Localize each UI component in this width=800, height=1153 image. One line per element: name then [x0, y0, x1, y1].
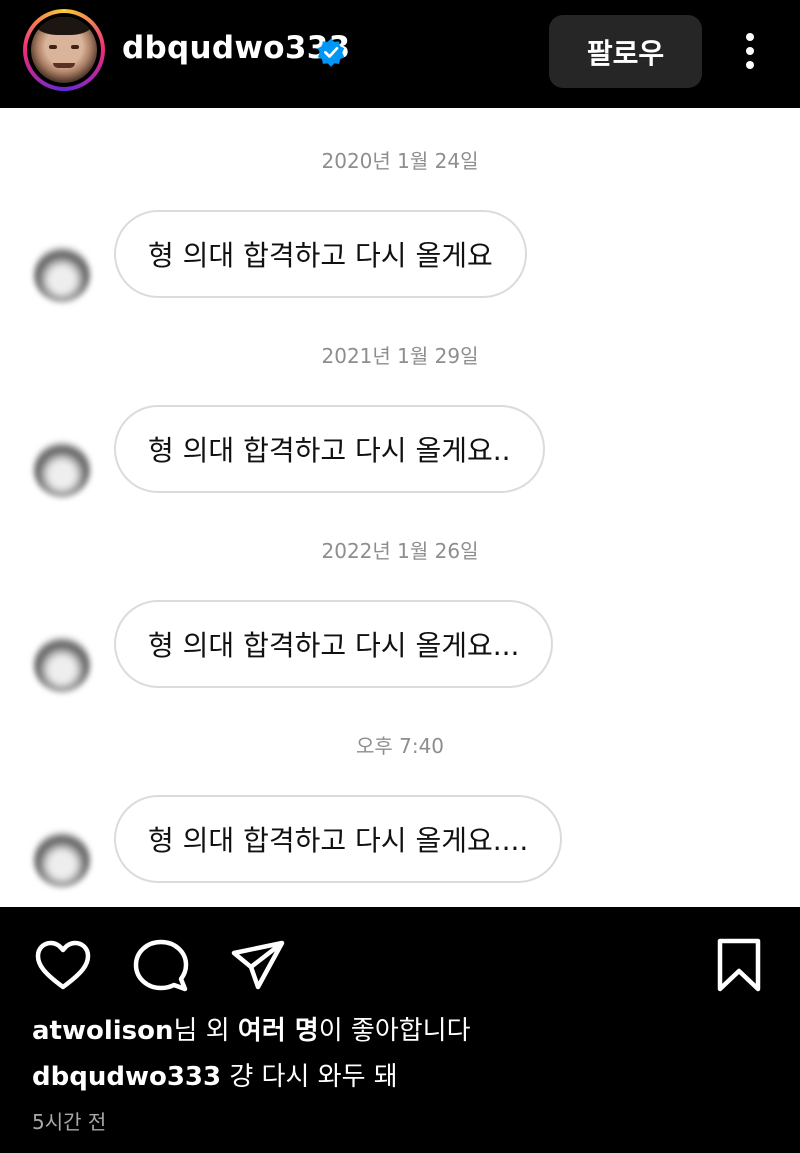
message-date: 2022년 1월 26일 — [321, 539, 479, 563]
sender-avatar — [34, 246, 90, 302]
comment-icon[interactable] — [132, 937, 190, 995]
message-date: 2021년 1월 29일 — [321, 344, 479, 368]
profile-avatar[interactable] — [23, 9, 105, 91]
message-bubble: 형 의대 합격하고 다시 올게요.. — [114, 405, 545, 493]
caption-text: 걍 다시 와두 돼 — [221, 1062, 398, 1092]
more-vertical-icon[interactable] — [730, 30, 770, 74]
post-caption: dbqudwo333 걍 다시 와두 돼 — [32, 1056, 398, 1093]
message-row: 형 의대 합격하고 다시 올게요.. — [0, 405, 800, 497]
likes-others[interactable]: 여러 명 — [238, 1016, 319, 1046]
share-icon[interactable] — [230, 937, 288, 995]
caption-username[interactable]: dbqudwo333 — [32, 1062, 221, 1092]
message-date: 2020년 1월 24일 — [321, 149, 479, 173]
message-bubble: 형 의대 합격하고 다시 올게요 — [114, 210, 527, 298]
sender-avatar — [34, 441, 90, 497]
post-header: dbqudwo333 팔로우 — [0, 0, 800, 108]
likes-summary[interactable]: atwolison님 외 여러 명이 좋아합니다 — [32, 1010, 471, 1047]
avatar-photo — [31, 17, 97, 83]
heart-icon[interactable] — [34, 937, 92, 995]
message-time: 오후 7:40 — [355, 734, 445, 758]
follow-button[interactable]: 팔로우 — [549, 15, 702, 88]
sender-avatar — [34, 636, 90, 692]
post-timestamp: 5시간 전 — [32, 1110, 107, 1134]
post-action-bar — [0, 907, 800, 1007]
message-bubble: 형 의대 합격하고 다시 올게요.... — [114, 795, 563, 883]
post-image[interactable]: 2020년 1월 24일 형 의대 합격하고 다시 올게요 2021년 1월 2… — [0, 108, 800, 907]
message-bubble: 형 의대 합격하고 다시 올게요... — [114, 600, 554, 688]
sender-avatar — [34, 831, 90, 887]
liker-username[interactable]: atwolison — [32, 1016, 174, 1046]
message-row: 형 의대 합격하고 다시 올게요.... — [0, 795, 800, 887]
message-row: 형 의대 합격하고 다시 올게요... — [0, 600, 800, 692]
message-row: 형 의대 합격하고 다시 올게요 — [0, 210, 800, 302]
verified-badge-icon — [317, 38, 345, 67]
bookmark-icon[interactable] — [710, 937, 768, 995]
